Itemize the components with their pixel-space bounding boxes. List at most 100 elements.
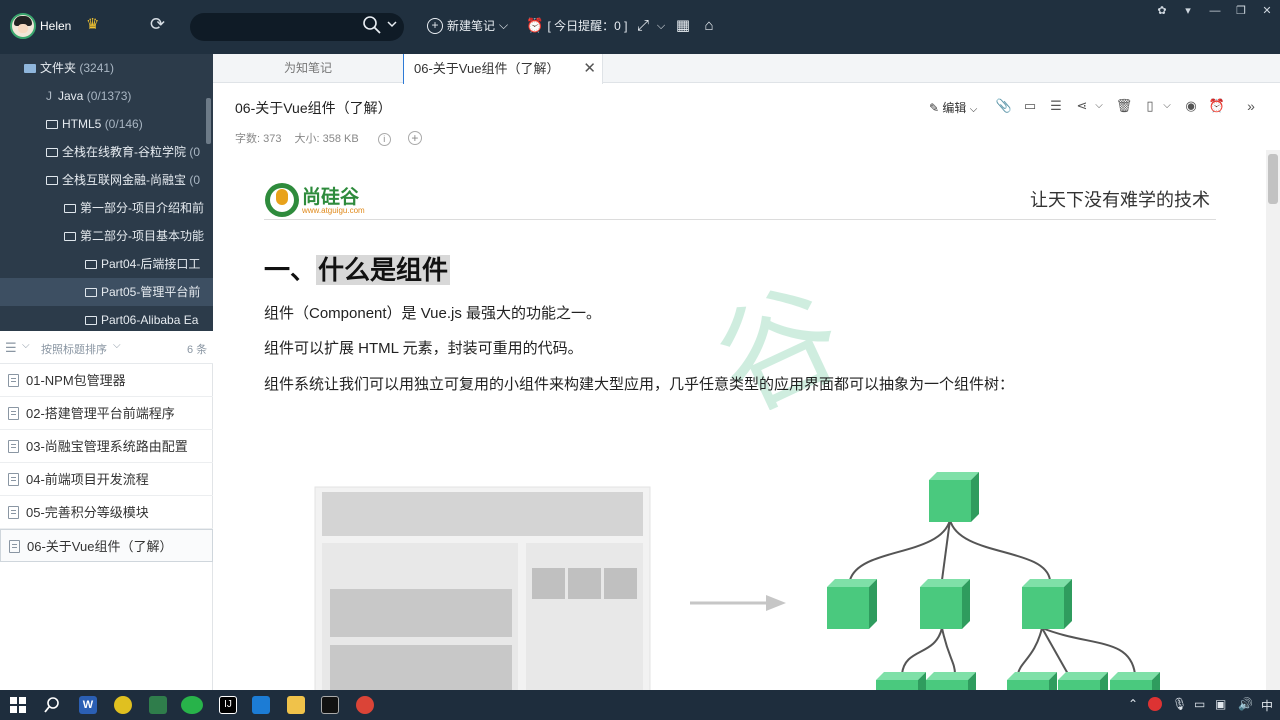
app-icon[interactable]	[149, 696, 167, 714]
new-note-label: 新建笔记	[447, 19, 496, 33]
folder-count: (0	[189, 173, 201, 187]
folder-item-srb[interactable]: 全栈互联网金融-尚融宝 (0	[0, 166, 213, 194]
folder-label: Java	[58, 89, 84, 103]
chevron-down-icon[interactable]: ⌵	[22, 340, 30, 351]
wechat-icon[interactable]	[181, 696, 203, 714]
tab-current-note[interactable]: 06-关于Vue组件（了解） ✕	[403, 54, 603, 84]
chevron-down-icon: ⌵	[499, 18, 509, 32]
folder-item-part06[interactable]: Part06-Alibaba Ea	[0, 306, 213, 331]
microphone-icon[interactable]: 🎙	[1172, 697, 1187, 711]
attachment-icon[interactable]: 📎	[995, 97, 1013, 115]
note-icon	[8, 440, 19, 453]
folder-item-guli[interactable]: 全栈在线教育-谷粒学院 (0	[0, 138, 213, 166]
tray-expand-icon[interactable]: ⌃	[1128, 697, 1138, 711]
username[interactable]: Helen	[40, 19, 71, 33]
folder-item-html5[interactable]: HTML5 (0/146)	[0, 110, 213, 138]
note-title: 04-前端项目开发流程	[26, 472, 149, 487]
folder-item-part1[interactable]: 第一部分-项目介绍和前	[0, 194, 213, 222]
sort-label[interactable]: 按照标题排序	[41, 341, 107, 357]
app-icon[interactable]	[114, 696, 132, 714]
search-icon[interactable]	[43, 696, 61, 714]
more-icon[interactable]: »	[1242, 97, 1260, 115]
share-icon[interactable]: ⋖	[1073, 97, 1091, 115]
content-scrollbar[interactable]	[1266, 150, 1280, 690]
expand-icon[interactable]: ⤢	[633, 16, 653, 36]
minimize-icon[interactable]: —	[1204, 2, 1226, 20]
list-item[interactable]: 02-搭建管理平台前端程序	[0, 397, 213, 430]
slogan: 让天下没有难学的技术	[1030, 190, 1210, 210]
comment-icon[interactable]: ▭	[1021, 97, 1039, 115]
note-title: 01-NPM包管理器	[26, 373, 126, 388]
word-app-icon[interactable]: W	[79, 696, 97, 714]
note-icon	[8, 473, 19, 486]
add-tag-icon[interactable]: +	[407, 131, 422, 145]
list-item[interactable]: 04-前端项目开发流程	[0, 463, 213, 496]
atguigu-logo: 尚硅谷 www.atguigu.com	[264, 180, 384, 220]
note-title: 06-关于Vue组件（了解）	[27, 539, 173, 554]
folder-item-part04[interactable]: Part04-后端接口工	[0, 250, 213, 278]
close-icon[interactable]: ✕	[1256, 2, 1278, 20]
folder-label: HTML5	[62, 117, 102, 131]
folder-item-part05[interactable]: Part05-管理平台前	[0, 278, 213, 306]
edit-button[interactable]: ✎ 编辑 ⌵	[929, 99, 977, 116]
ime-indicator[interactable]: 中	[1261, 697, 1273, 714]
list-item[interactable]: 05-完善积分等级模块	[0, 496, 213, 529]
list-item[interactable]: 01-NPM包管理器	[0, 364, 213, 397]
folder-root[interactable]: 文件夹 (3241)	[0, 54, 213, 82]
display-icon[interactable]: ▣	[1215, 697, 1226, 711]
top-bar: Helen ♛ ⟳ + 新建笔记 ⌵ ⏰ [ 今日提醒：0 ] ⤢ ⌵ ▦ ⌂ …	[0, 0, 1280, 54]
read-mode-icon[interactable]: ▯	[1141, 97, 1159, 115]
reminder-button[interactable]: ⏰ [ 今日提醒：0 ]	[526, 17, 627, 34]
history-icon[interactable]: ☰	[1047, 97, 1065, 115]
skin-icon[interactable]: ✿	[1151, 2, 1173, 20]
folder-count: (0/1373)	[86, 89, 132, 103]
info-icon[interactable]: i	[377, 133, 391, 146]
close-icon[interactable]: ✕	[583, 54, 596, 83]
folder-label: 第一部分-项目介绍和前	[80, 201, 204, 215]
chevron-down-icon[interactable]: ⌵	[1158, 97, 1176, 115]
folder-tree: 文件夹 (3241) J Java (0/1373) HTML5 (0/146) …	[0, 54, 213, 331]
chrome-icon[interactable]	[356, 696, 374, 714]
intellij-icon[interactable]: IJ	[219, 696, 237, 714]
chevron-down-icon[interactable]	[386, 18, 398, 30]
folder-item-java[interactable]: J Java (0/1373)	[0, 82, 213, 110]
crown-icon[interactable]: ♛	[86, 15, 99, 33]
note-icon	[8, 506, 19, 519]
tray-app-icon[interactable]	[1148, 697, 1162, 711]
weibo-icon[interactable]: ◉	[1182, 97, 1200, 115]
volume-icon[interactable]: 🔊	[1238, 697, 1253, 711]
section-heading: 一、什么是组件	[264, 250, 451, 287]
folder-scrollbar[interactable]	[206, 98, 211, 144]
folder-icon	[46, 176, 58, 185]
list-icon[interactable]: ☰	[5, 340, 17, 356]
restore-icon[interactable]: ❐	[1230, 2, 1252, 20]
list-item[interactable]: 03-尚融宝管理系统路由配置	[0, 430, 213, 463]
home-icon[interactable]: ⌂	[699, 16, 719, 36]
file-explorer-icon[interactable]	[287, 696, 305, 714]
vscode-icon[interactable]	[252, 696, 270, 714]
avatar[interactable]	[10, 13, 36, 39]
windows-start-icon[interactable]	[9, 696, 27, 714]
grid-icon[interactable]: ▦	[673, 16, 693, 36]
menu-icon[interactable]: ▾	[1177, 2, 1199, 20]
delete-icon[interactable]: 🗑	[1115, 97, 1133, 115]
chevron-down-icon[interactable]: ⌵	[113, 340, 121, 351]
tab-wiznote[interactable]: 为知笔记	[213, 54, 403, 83]
list-item-selected[interactable]: 06-关于Vue组件（了解）	[0, 529, 213, 562]
search-icon[interactable]	[362, 15, 382, 35]
alarm-icon[interactable]: ⏰	[1208, 97, 1226, 115]
note-count: 6 条	[187, 344, 208, 356]
chevron-down-icon: ⌵	[969, 104, 978, 115]
folder-icon	[64, 204, 76, 213]
new-note-button[interactable]: + 新建笔记 ⌵	[427, 17, 508, 34]
heading-highlight: 什么是组件	[316, 255, 451, 285]
sync-icon[interactable]: ⟳	[150, 14, 165, 35]
chevron-down-icon[interactable]: ⌵	[651, 16, 671, 36]
java-icon: J	[46, 89, 52, 103]
network-icon[interactable]: ▭	[1194, 697, 1205, 711]
terminal-icon[interactable]	[321, 696, 339, 714]
chevron-down-icon[interactable]: ⌵	[1090, 97, 1108, 115]
scrollbar-thumb[interactable]	[1268, 154, 1278, 204]
folder-item-part2[interactable]: 第二部分-项目基本功能	[0, 222, 213, 250]
note-title[interactable]: 06-关于Vue组件（了解）	[235, 98, 392, 118]
